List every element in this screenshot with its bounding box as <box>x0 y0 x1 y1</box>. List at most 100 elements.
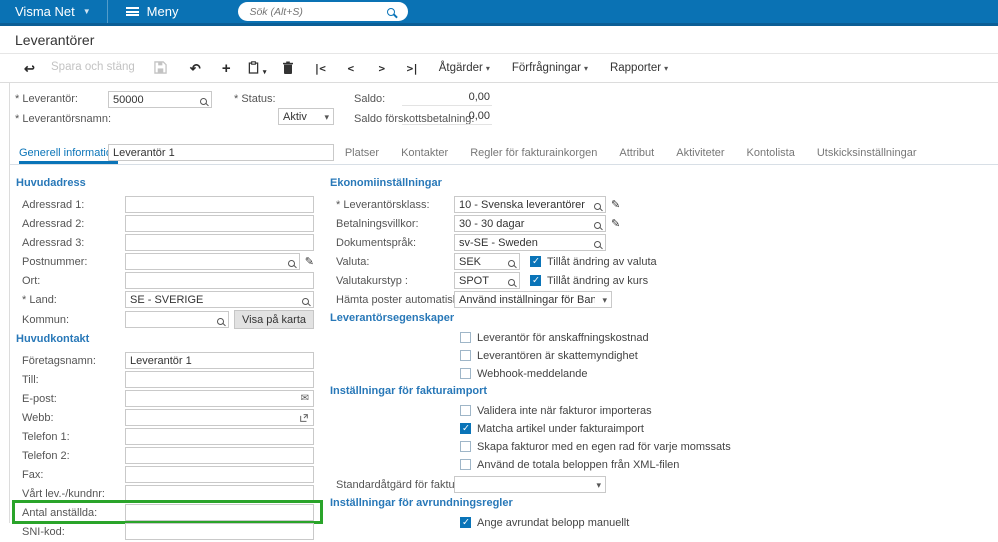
adressrad1-input[interactable] <box>126 197 313 212</box>
copy-paste-button[interactable]: ▾ <box>242 60 273 76</box>
leverantorsklass-field[interactable] <box>454 196 606 213</box>
previous-record-button[interactable]: < <box>335 63 366 74</box>
checkbox-webhook[interactable]: Webhook-meddelande <box>460 367 702 380</box>
telefon1-input[interactable] <box>126 429 313 444</box>
tab-attribut[interactable]: Attribut <box>619 147 654 164</box>
brand-menu[interactable]: Visma Net ▼ <box>0 4 107 19</box>
telefon2-field[interactable] <box>125 447 314 464</box>
vart-lev-kundnr-input[interactable] <box>126 486 313 501</box>
adressrad1-field[interactable] <box>125 196 314 213</box>
allow-currency-change-checkbox[interactable]: Tillåt ändring av valuta <box>530 255 657 268</box>
checkbox-skattemyndighet[interactable]: Leverantören är skattemyndighet <box>460 349 702 362</box>
checkbox-validera-inte[interactable]: Validera inte när fakturor importeras <box>460 404 702 417</box>
lookup-icon[interactable] <box>594 220 601 232</box>
tab-generell-information[interactable]: Generell information <box>19 147 119 164</box>
search-icon[interactable] <box>387 7 396 16</box>
tab-platser[interactable]: Platser <box>345 147 379 164</box>
betalningsvillkor-input[interactable] <box>455 216 605 231</box>
edit-pencil-icon[interactable]: ✎ <box>611 217 620 230</box>
fax-field[interactable] <box>125 466 314 483</box>
vendor-name-field[interactable] <box>108 144 334 161</box>
delete-button[interactable] <box>273 61 304 76</box>
antal-anstallda-field[interactable] <box>125 504 314 521</box>
save-and-close-button[interactable]: Spara och stäng <box>51 62 135 74</box>
sni-kod-input[interactable] <box>126 524 313 539</box>
telefon2-input[interactable] <box>126 448 313 463</box>
lookup-icon[interactable] <box>302 296 309 308</box>
back-button[interactable]: ↩ <box>14 62 45 75</box>
lookup-icon[interactable] <box>287 258 295 270</box>
global-search[interactable] <box>238 2 409 21</box>
leverantorsklass-input[interactable] <box>455 197 605 212</box>
epost-input[interactable] <box>126 391 313 406</box>
checkbox-anskaffningskostnad[interactable]: Leverantör för anskaffningskostnad <box>460 331 702 344</box>
checkbox-skapa-fakturor[interactable]: Skapa fakturor med en egen rad för varje… <box>460 440 731 453</box>
last-record-button[interactable]: >| <box>397 63 428 74</box>
valutakurstyp-field[interactable] <box>454 272 520 289</box>
valuta-field[interactable] <box>454 253 520 270</box>
till-input[interactable] <box>126 372 313 387</box>
show-on-map-button[interactable]: Visa på karta <box>234 310 315 329</box>
lookup-icon[interactable] <box>200 96 207 108</box>
vendor-name-input[interactable] <box>109 145 333 160</box>
external-link-icon[interactable] <box>299 413 309 426</box>
kommun-input[interactable] <box>126 312 228 327</box>
add-record-button[interactable]: + <box>211 61 242 76</box>
antal-anstallda-input[interactable] <box>126 505 313 520</box>
search-input[interactable] <box>247 4 388 19</box>
dokumentsprak-field[interactable] <box>454 234 606 251</box>
postnummer-field[interactable] <box>125 253 300 270</box>
undo-button[interactable]: ↶ <box>180 62 211 75</box>
sni-kod-field[interactable] <box>125 523 314 540</box>
tab-regler-for-fakturainkorgen[interactable]: Regler för fakturainkorgen <box>470 147 597 164</box>
vendor-field[interactable] <box>108 91 212 108</box>
next-record-button[interactable]: > <box>366 63 397 74</box>
main-menu-button[interactable]: Meny <box>108 4 197 19</box>
reports-menu[interactable]: Rapporter ▾ <box>610 62 668 74</box>
dokumentsprak-input[interactable] <box>455 235 605 250</box>
ort-field[interactable] <box>125 272 314 289</box>
checkbox-matcha-artikel[interactable]: Matcha artikel under fakturaimport <box>460 422 702 435</box>
ort-input[interactable] <box>126 273 313 288</box>
betalningsvillkor-field[interactable] <box>454 215 606 232</box>
save-icon[interactable] <box>145 60 176 76</box>
epost-field[interactable]: ✉ <box>125 390 314 407</box>
telefon1-field[interactable] <box>125 428 314 445</box>
adressrad3-input[interactable] <box>126 235 313 250</box>
email-icon[interactable]: ✉ <box>301 393 309 405</box>
lookup-icon[interactable] <box>594 239 601 251</box>
postnummer-input[interactable] <box>126 254 299 269</box>
inquiries-menu[interactable]: Förfrågningar ▾ <box>512 62 588 74</box>
till-field[interactable] <box>125 371 314 388</box>
first-record-button[interactable]: |< <box>304 63 335 74</box>
hamta-poster-select[interactable]: Använd inställningar för Bank/likvidhant… <box>454 291 612 308</box>
webb-input[interactable] <box>126 410 313 425</box>
fax-input[interactable] <box>126 467 313 482</box>
land-input[interactable] <box>126 292 313 307</box>
edit-pencil-icon[interactable]: ✎ <box>305 255 314 268</box>
foretagsnamn-input[interactable] <box>126 353 313 368</box>
adressrad2-field[interactable] <box>125 215 314 232</box>
allow-rate-change-checkbox[interactable]: Tillåt ändring av kurs <box>530 274 648 287</box>
vart-lev-kundnr-field[interactable] <box>125 485 314 502</box>
tab-kontakter[interactable]: Kontakter <box>401 147 448 164</box>
tab-aktiviteter[interactable]: Aktiviteter <box>676 147 724 164</box>
kommun-field[interactable] <box>125 311 229 328</box>
edit-pencil-icon[interactable]: ✎ <box>611 198 620 211</box>
status-select[interactable]: Aktiv <box>278 108 334 125</box>
land-field[interactable] <box>125 291 314 308</box>
adressrad2-input[interactable] <box>126 216 313 231</box>
lookup-icon[interactable] <box>508 277 515 289</box>
webb-field[interactable] <box>125 409 314 426</box>
tab-utskicksinstallningar[interactable]: Utskicksinställningar <box>817 147 917 164</box>
lookup-icon[interactable] <box>508 258 515 270</box>
adressrad3-field[interactable] <box>125 234 314 251</box>
checkbox-anvand-totala[interactable]: Använd de totala beloppen från XML-filen <box>460 458 702 471</box>
lookup-icon[interactable] <box>594 201 601 213</box>
lookup-icon[interactable] <box>217 316 224 328</box>
foretagsnamn-field[interactable] <box>125 352 314 369</box>
vendor-input[interactable] <box>109 92 211 107</box>
actions-menu[interactable]: Åtgärder ▾ <box>439 62 490 74</box>
standardatgard-select[interactable] <box>454 476 606 493</box>
tab-kontolista[interactable]: Kontolista <box>747 147 795 164</box>
